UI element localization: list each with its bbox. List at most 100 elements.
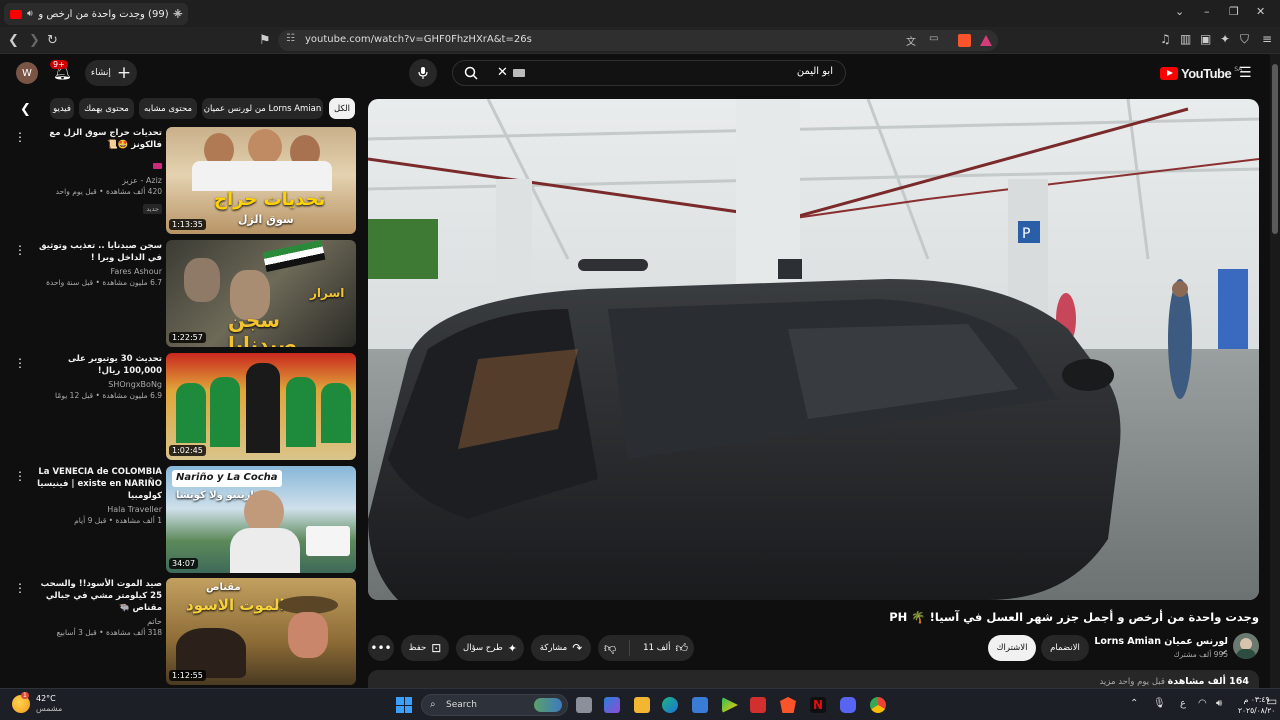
search-input[interactable] (633, 66, 833, 77)
netflix-icon[interactable]: N (810, 697, 826, 713)
brave-rewards-icon[interactable] (980, 35, 992, 46)
scrollbar-thumb[interactable] (1272, 64, 1278, 234)
video-thumbnail[interactable]: مقناص الموت الاسود 1:12:55 (166, 578, 356, 685)
tab-search-chevron-icon[interactable]: ⌄ (1175, 5, 1184, 18)
clear-search-icon[interactable]: ✕ (497, 65, 508, 80)
back-icon[interactable]: ❮ (8, 33, 19, 48)
recommended-video-3[interactable]: ⋮ تحديث 30 يوتيوبر على 100,000 ريال! SHO… (8, 353, 358, 461)
new-tab-button[interactable]: + (172, 6, 184, 22)
translate-icon[interactable]: 文 (906, 33, 916, 48)
maximize-button[interactable]: ❐ (1229, 5, 1239, 18)
reload-icon[interactable]: ↻ (47, 33, 58, 48)
video-title[interactable]: تحديث 30 يوتيوبر على 100,000 ريال! (28, 353, 162, 377)
recommended-video-2[interactable]: ⋮ سجن صيدنايا .. تعذيب وتوثيق في الداخل … (8, 240, 358, 348)
join-button[interactable]: الانضمام (1041, 635, 1089, 661)
channel-name[interactable]: حاتم (28, 617, 162, 626)
guide-menu-icon[interactable]: ☰ (1239, 65, 1252, 81)
chip-related[interactable]: محتوى مشابه (139, 98, 197, 119)
address-bar[interactable]: ☷ youtube.com/watch?v=GHF0FhzHXrA&t=26s … (278, 30, 998, 51)
brave-shields-icon[interactable] (958, 34, 971, 47)
leo-ai-icon[interactable]: ✦ (1220, 32, 1230, 46)
start-button[interactable] (396, 697, 412, 713)
video-title[interactable]: سجن صيدنايا .. تعذيب وتوثيق في الداخل وب… (28, 240, 162, 264)
video-thumbnail[interactable]: 1:02:45 (166, 353, 356, 460)
account-avatar[interactable]: W (16, 62, 38, 84)
channel-avatar[interactable] (1233, 633, 1259, 659)
video-meta: سجن صيدنايا .. تعذيب وتوثيق في الداخل وب… (28, 240, 162, 287)
recommended-video-4[interactable]: ⋮ La VENECIA de COLOMBIA existe en NARIÑ… (8, 466, 358, 574)
edge-icon[interactable] (662, 697, 678, 713)
more-options-icon[interactable]: ⋮ (14, 243, 26, 257)
store-icon[interactable] (692, 697, 708, 713)
notification-center-icon[interactable]: ▭ (1266, 694, 1277, 708)
task-view-icon[interactable] (576, 697, 592, 713)
taskbar-search[interactable]: ⌕ Search (421, 694, 568, 716)
chip-videos[interactable]: فيديو (50, 98, 74, 119)
channel-name[interactable]: Aziz - عزيز (28, 176, 162, 185)
chip-from-channel[interactable]: من لورنس عميان Lorns Amian (202, 98, 323, 119)
video-player[interactable]: P (368, 99, 1259, 600)
subscribe-button[interactable]: الاشتراك (988, 635, 1036, 661)
more-options-icon[interactable]: ⋮ (14, 130, 26, 144)
app-icon[interactable] (750, 697, 766, 713)
more-link[interactable]: مزيد (1099, 677, 1115, 687)
video-title[interactable]: تحديات حراج سوق الزل مع فالكونز 🤩📜 (28, 127, 162, 151)
youtube-logo[interactable]: YouTube SA (1160, 66, 1242, 81)
share-button[interactable]: مشاركة ↷ (531, 635, 591, 661)
search-button[interactable] (453, 61, 489, 85)
video-title[interactable]: La VENECIA de COLOMBIA existe en NARIÑO … (28, 466, 162, 502)
voice-search-button[interactable] (409, 59, 437, 87)
menu-icon[interactable]: ≡ (1262, 32, 1272, 46)
more-actions-button[interactable]: ••• (368, 635, 394, 661)
url-text[interactable]: youtube.com/watch?v=GHF0FhzHXrA&t=26s (305, 34, 532, 45)
channel-name[interactable]: SHOngxBoNg (28, 380, 162, 389)
forward-icon[interactable]: ❯ (29, 33, 40, 48)
dislike-button[interactable]: 👎︎ (604, 641, 616, 656)
related-chips-bar: فيديو محتوى يهمك محتوى مشابه من لورنس عم… (16, 98, 356, 120)
create-button[interactable]: إنشاء + (85, 60, 137, 86)
wallet-icon[interactable]: ▣ (1200, 32, 1211, 46)
google-play-games-icon[interactable] (722, 697, 738, 713)
site-settings-icon[interactable]: ☷ (286, 33, 295, 44)
vpn-shield-icon[interactable]: ⛉ (1240, 32, 1249, 47)
save-button[interactable]: حفظ ⊡ (401, 635, 449, 661)
search-box: ✕ (452, 60, 846, 86)
discord-icon[interactable] (840, 697, 856, 713)
video-duration: 34:07 (169, 558, 199, 569)
like-button[interactable]: 👍︎ (675, 641, 688, 656)
more-options-icon[interactable]: ⋮ (14, 581, 26, 595)
chip-for-you[interactable]: محتوى يهمك (79, 98, 134, 119)
video-title[interactable]: صيد الموت الأسود!! والسحب 25 كيلومتر مشي… (28, 578, 162, 614)
brave-icon[interactable] (780, 697, 796, 713)
minimize-button[interactable]: – (1204, 5, 1210, 18)
bookmark-icon[interactable]: ⚑ (259, 33, 271, 48)
video-thumbnail[interactable]: تحديات حراج سوق الزل 1:13:35 (166, 127, 356, 234)
channel-name[interactable]: Fares Ashour (28, 267, 162, 276)
video-thumbnail[interactable]: Nariño y La Cocha نارينيو ولا كوتشا 34:0… (166, 466, 356, 573)
speaker-icon[interactable]: 🔊︎ (27, 9, 33, 19)
microphone-tray-icon[interactable]: 🎙︎ (1153, 698, 1166, 709)
chrome-icon[interactable] (870, 697, 886, 713)
page-scrollbar[interactable] (1270, 54, 1280, 688)
volume-icon[interactable]: 🔊︎ (1216, 698, 1222, 709)
recommended-video-1[interactable]: ⋮ تحديات حراج سوق الزل مع فالكونز 🤩📜 Azi… (8, 127, 358, 235)
music-icon[interactable]: ♫ (1160, 32, 1171, 46)
input-language[interactable]: ع (1180, 698, 1186, 709)
file-explorer-icon[interactable] (634, 697, 650, 713)
weather-widget[interactable]: 1 42°C مشمس (12, 692, 62, 714)
wifi-icon[interactable]: ◠ (1198, 698, 1207, 709)
channel-name[interactable]: Hala Traveller (28, 505, 162, 514)
more-options-icon[interactable]: ⋮ (14, 356, 26, 370)
keyboard-icon[interactable] (513, 69, 525, 77)
browser-tab[interactable]: 🔊︎ (99) وجدت واحدة من أرخص و ✕ (4, 3, 188, 25)
chip-all[interactable]: الكل (329, 98, 355, 119)
sidebar-icon[interactable]: ▥ (1180, 32, 1191, 46)
close-window-button[interactable]: ✕ (1256, 5, 1265, 18)
video-thumbnail[interactable]: سجن صيدنايا اسرار 1:22:57 (166, 240, 356, 347)
copilot-icon[interactable] (604, 697, 620, 713)
cast-icon[interactable]: ▭ (929, 33, 938, 44)
recommended-video-5[interactable]: ⋮ صيد الموت الأسود!! والسحب 25 كيلومتر م… (8, 578, 358, 686)
ask-button[interactable]: طرح سؤال ✦ (456, 635, 524, 661)
more-options-icon[interactable]: ⋮ (14, 469, 26, 483)
show-hidden-icons-chevron-icon[interactable]: ⌃ (1130, 698, 1138, 709)
